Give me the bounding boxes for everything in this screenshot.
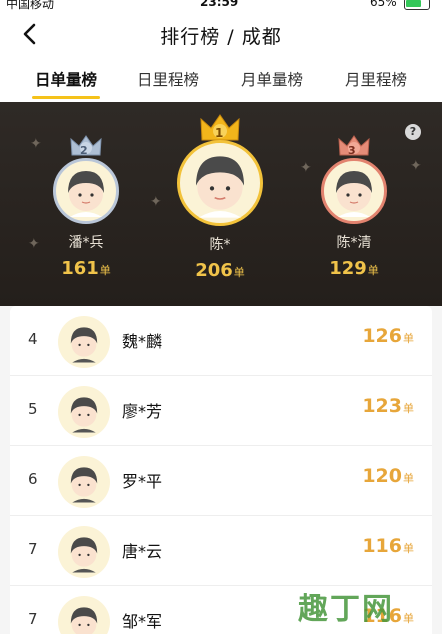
avatar — [321, 158, 387, 224]
winner-name: 陈*清 — [336, 235, 372, 251]
page-title: 排行榜 / 成都 — [160, 26, 282, 48]
rank-number: 3 — [348, 144, 356, 157]
site-watermark: 趣丁网 — [298, 592, 394, 627]
sparkle-icon: ✦ — [150, 194, 162, 210]
ranking-row[interactable]: 4 魏*麟 126单 — [10, 306, 432, 376]
avatar-face-icon — [70, 607, 98, 634]
avatar-face-icon — [70, 327, 98, 363]
avatar — [53, 158, 119, 224]
tab-monthly-mileage[interactable]: 月里程榜 — [324, 68, 428, 90]
rank-number: 7 — [28, 540, 38, 558]
avatar-face-icon — [70, 467, 98, 503]
winner-count: 129单 — [329, 258, 379, 279]
order-count: 126单 — [362, 325, 414, 347]
battery-icon — [404, 0, 430, 10]
rank-number: 5 — [28, 400, 38, 418]
driver-name: 魏*麟 — [122, 332, 163, 351]
ranking-row[interactable]: 5 廖*芳 123单 — [10, 376, 432, 446]
avatar-face-icon — [68, 171, 104, 217]
podium-second[interactable]: 2 潘*兵 161单 — [46, 134, 126, 279]
rank-number: 4 — [28, 330, 38, 348]
winner-name: 潘*兵 — [68, 235, 104, 251]
tab-daily-orders[interactable]: 日单量榜 — [14, 68, 118, 90]
avatar — [58, 386, 110, 438]
order-count: 116单 — [362, 535, 414, 557]
avatar — [58, 596, 110, 634]
order-count: 123单 — [362, 395, 414, 417]
sparkle-icon: ✦ — [410, 158, 422, 174]
avatar-face-icon — [70, 397, 98, 433]
avatar — [58, 526, 110, 578]
sparkle-icon: ✦ — [28, 236, 40, 252]
top-three-podium: ✦ ✦ ✦ ✦ ✦ ? 2 潘*兵 161单 1 陈* 206单 3 陈*清 1… — [0, 102, 442, 306]
driver-name: 廖*芳 — [122, 402, 163, 421]
help-button[interactable]: ? — [405, 124, 421, 140]
leaderboard-screen: 中国移动 23:59 65% 排行榜 / 成都 日单量榜 日里程榜 月单量榜 月… — [0, 0, 442, 634]
driver-name: 邹*军 — [122, 612, 163, 631]
clock: 23:59 — [200, 0, 239, 9]
podium-third[interactable]: 3 陈*清 129单 — [314, 134, 394, 279]
avatar-face-icon — [196, 156, 244, 218]
active-tab-indicator — [32, 96, 100, 99]
nav-header: 排行榜 / 成都 — [0, 10, 442, 60]
rank-number: 2 — [80, 144, 88, 157]
winner-name: 陈* — [209, 237, 231, 253]
winner-count: 206单 — [195, 260, 245, 281]
ranking-row[interactable]: 6 罗*平 120单 — [10, 446, 432, 516]
ranking-row[interactable]: 7 唐*云 116单 — [10, 516, 432, 586]
winner-count: 161单 — [61, 258, 111, 279]
podium-first[interactable]: 1 陈* 206单 — [172, 112, 268, 281]
sparkle-icon: ✦ — [30, 136, 42, 152]
battery-percent: 65% — [370, 0, 397, 9]
rank-number: 6 — [28, 470, 38, 488]
avatar — [177, 140, 263, 226]
status-bar: 中国移动 23:59 65% — [0, 0, 442, 11]
tab-bar: 日单量榜 日里程榜 月单量榜 月里程榜 — [0, 60, 442, 102]
sparkle-icon: ✦ — [300, 160, 312, 176]
avatar-face-icon — [70, 537, 98, 573]
order-count: 120单 — [362, 465, 414, 487]
avatar — [58, 456, 110, 508]
driver-name: 唐*云 — [122, 542, 163, 561]
tab-monthly-orders[interactable]: 月单量榜 — [220, 68, 324, 90]
avatar-face-icon — [336, 171, 372, 217]
driver-name: 罗*平 — [122, 472, 163, 491]
rank-number: 7 — [28, 610, 38, 628]
avatar — [58, 316, 110, 368]
rank-number: 1 — [215, 126, 224, 140]
tab-daily-mileage[interactable]: 日里程榜 — [116, 68, 220, 90]
